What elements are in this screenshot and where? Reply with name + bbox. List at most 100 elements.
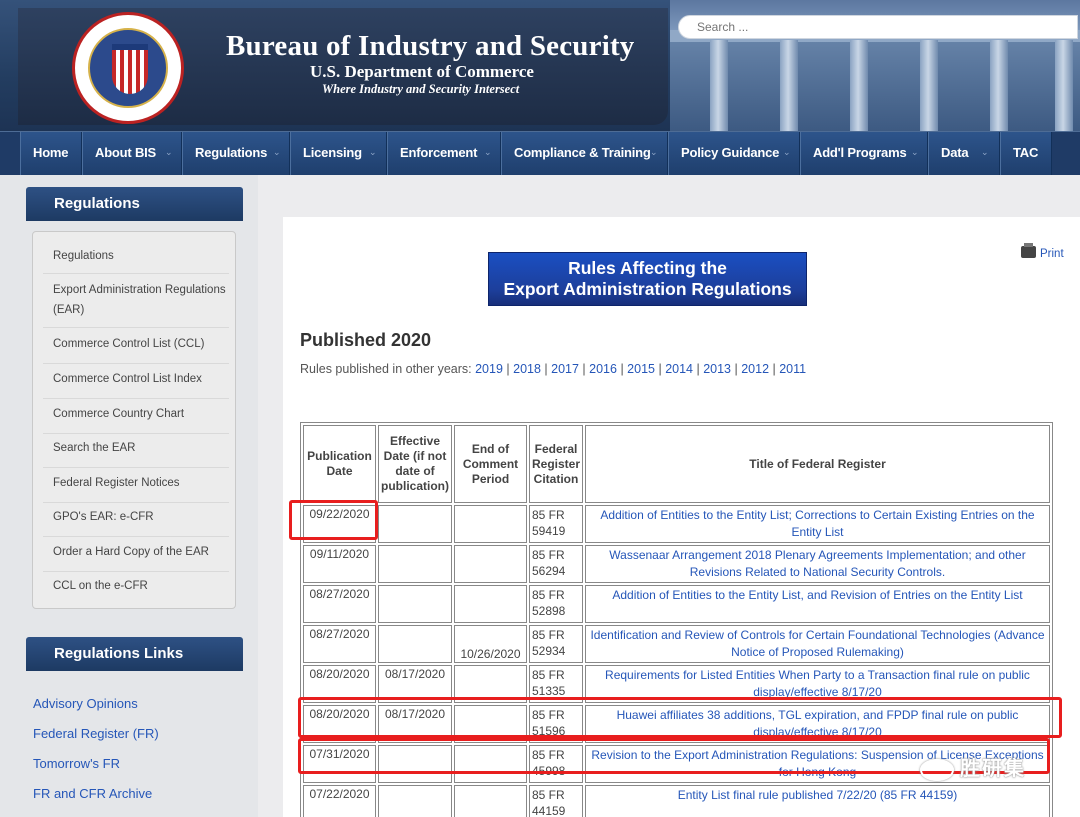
year-link-2014[interactable]: 2014: [665, 362, 693, 376]
cell-pub-date: 08/27/2020: [303, 625, 376, 663]
page-title: Published 2020: [300, 330, 432, 350]
cell-pub-date: 09/22/2020: [303, 505, 376, 543]
print-link[interactable]: Print: [1021, 243, 1064, 260]
site-header: Bureau of Industry and Security U.S. Dep…: [0, 0, 1080, 131]
cell-end-comment: 10/26/2020: [453, 625, 527, 663]
nav-item-tac[interactable]: TAC: [1000, 132, 1052, 175]
nav-item-policy-guidance[interactable]: Policy Guidance ⌄: [668, 132, 800, 175]
nav-item-about-bis[interactable]: About BIS ⌄: [82, 132, 182, 175]
cell-citation: 85 FR 45998: [528, 745, 583, 783]
cell-pub-date: 08/20/2020: [303, 665, 376, 703]
cell-end-comment: [453, 505, 527, 543]
sidebar-item-hard-copy[interactable]: Order a Hard Copy of the EAR: [43, 540, 229, 572]
nav-label: Enforcement: [400, 145, 478, 160]
link-fr-cfr-archive[interactable]: FR and CFR Archive: [33, 786, 152, 801]
year-link-2011[interactable]: 2011: [779, 362, 806, 376]
year-link-2017[interactable]: 2017: [551, 362, 579, 376]
rule-title-link[interactable]: Huawei affiliates 38 additions, TGL expi…: [585, 705, 1050, 743]
table-row: 08/27/2020 10/26/2020 85 FR 52934 Identi…: [303, 625, 1050, 663]
cell-eff-date: [378, 505, 452, 543]
cell-end-comment: [453, 785, 527, 817]
table-row: 09/11/2020 85 FR 56294 Wassenaar Arrange…: [303, 545, 1050, 583]
nav-label: Data: [941, 145, 969, 160]
wechat-icon: [920, 758, 954, 781]
nav-label: Policy Guidance: [681, 145, 780, 160]
col-header-publication-date: Publication Date: [303, 425, 376, 503]
rule-title-link[interactable]: Entity List final rule published 7/22/20…: [585, 785, 1050, 817]
col-header-end-of-comment: End of Comment Period: [453, 425, 527, 503]
nav-label: TAC: [1013, 145, 1039, 160]
cell-eff-date: 08/17/2020: [378, 665, 452, 703]
rule-title-link[interactable]: Identification and Review of Controls fo…: [585, 625, 1050, 663]
watermark: 胜研集: [920, 752, 1026, 781]
sidebar-item-search-ear[interactable]: Search the EAR: [43, 436, 229, 468]
table-row: 08/20/2020 08/17/2020 85 FR 51335 Requir…: [303, 665, 1050, 703]
rule-title-link[interactable]: Wassenaar Arrangement 2018 Plenary Agree…: [585, 545, 1050, 583]
doc-seal-icon[interactable]: [72, 12, 184, 124]
sidebar-item-country-chart[interactable]: Commerce Country Chart: [43, 402, 229, 434]
cell-end-comment: [453, 745, 527, 783]
cell-citation: 85 FR 51335: [528, 665, 583, 703]
nav-item-enforcement[interactable]: Enforcement ⌄: [387, 132, 501, 175]
cell-eff-date: [378, 545, 452, 583]
site-tagline: Where Industry and Security Intersect: [322, 82, 520, 96]
sidebar-item-ccl-index[interactable]: Commerce Control List Index: [43, 367, 229, 399]
chevron-down-icon: ⌄: [273, 147, 281, 157]
cell-end-comment: [453, 545, 527, 583]
link-federal-register[interactable]: Federal Register (FR): [33, 726, 159, 741]
sidebar-item-fr-notices[interactable]: Federal Register Notices: [43, 471, 229, 503]
banner-line-1: Rules Affecting the: [568, 258, 727, 278]
rule-title-link[interactable]: Addition of Entities to the Entity List,…: [585, 585, 1050, 623]
print-label: Print: [1040, 248, 1064, 260]
table-row: 07/22/2020 85 FR 44159 Entity List final…: [303, 785, 1050, 817]
year-link-2016[interactable]: 2016: [589, 362, 617, 376]
chevron-down-icon: ⌄: [650, 147, 658, 157]
search-input[interactable]: [678, 15, 1078, 39]
cell-end-comment: [453, 665, 527, 703]
cell-end-comment: [453, 585, 527, 623]
cell-pub-date: 08/20/2020: [303, 705, 376, 743]
nav-item-regulations[interactable]: Regulations ⌄: [182, 132, 290, 175]
rules-banner: Rules Affecting the Export Administratio…: [488, 252, 807, 306]
year-link-2019[interactable]: 2019: [475, 362, 503, 376]
cell-pub-date: 08/27/2020: [303, 585, 376, 623]
link-advisory-opinions[interactable]: Advisory Opinions: [33, 696, 138, 711]
cell-eff-date: [378, 785, 452, 817]
site-title[interactable]: Bureau of Industry and Security: [226, 30, 666, 63]
sidebar-links-heading: Regulations Links: [26, 637, 243, 671]
watermark-text: 胜研集: [960, 758, 1026, 780]
table-row: 09/22/2020 85 FR 59419 Addition of Entit…: [303, 505, 1050, 543]
col-header-citation: Federal Register Citation: [528, 425, 583, 503]
nav-item-data[interactable]: Data ⌄: [928, 132, 1000, 175]
nav-item-home[interactable]: Home: [20, 132, 82, 175]
cell-eff-date: [378, 585, 452, 623]
nav-item-licensing[interactable]: Licensing ⌄: [290, 132, 387, 175]
sidebar-item-gpo-ecfr[interactable]: GPO's EAR: e-CFR: [43, 505, 229, 537]
col-header-title: Title of Federal Register: [585, 425, 1050, 503]
cell-end-comment: [453, 705, 527, 743]
year-link-2015[interactable]: 2015: [627, 362, 655, 376]
cell-citation: 85 FR 51596: [528, 705, 583, 743]
year-link-2013[interactable]: 2013: [703, 362, 731, 376]
nav-label: About BIS: [95, 145, 157, 160]
table-row: 08/27/2020 85 FR 52898 Addition of Entit…: [303, 585, 1050, 623]
sidebar: Regulations Regulations Export Administr…: [0, 175, 258, 817]
sidebar-item-regulations[interactable]: Regulations: [43, 244, 229, 274]
cell-pub-date: 09/11/2020: [303, 545, 376, 583]
year-link-2018[interactable]: 2018: [513, 362, 541, 376]
nav-label: Licensing: [303, 145, 362, 160]
cell-citation: 85 FR 44159: [528, 785, 583, 817]
sidebar-item-ear[interactable]: Export Administration Regulations (EAR): [43, 278, 229, 328]
nav-item-compliance-training[interactable]: Compliance & Training ⌄: [501, 132, 668, 175]
sidebar-item-ccl-ecfr[interactable]: CCL on the e-CFR: [43, 574, 229, 604]
nav-item-addl-programs[interactable]: Add'l Programs ⌄: [800, 132, 928, 175]
chevron-down-icon: ⌄: [165, 147, 173, 157]
link-tomorrows-fr[interactable]: Tomorrow's FR: [33, 756, 120, 771]
nav-label: Regulations: [195, 145, 268, 160]
rule-title-link[interactable]: Addition of Entities to the Entity List;…: [585, 505, 1050, 543]
rule-title-link[interactable]: Requirements for Listed Entities When Pa…: [585, 665, 1050, 703]
sidebar-item-ccl[interactable]: Commerce Control List (CCL): [43, 332, 229, 364]
year-link-2012[interactable]: 2012: [741, 362, 769, 376]
main-nav: Home About BIS ⌄ Regulations ⌄ Licensing ⌄ …: [0, 131, 1080, 175]
nav-label: Add'l Programs: [813, 145, 907, 160]
